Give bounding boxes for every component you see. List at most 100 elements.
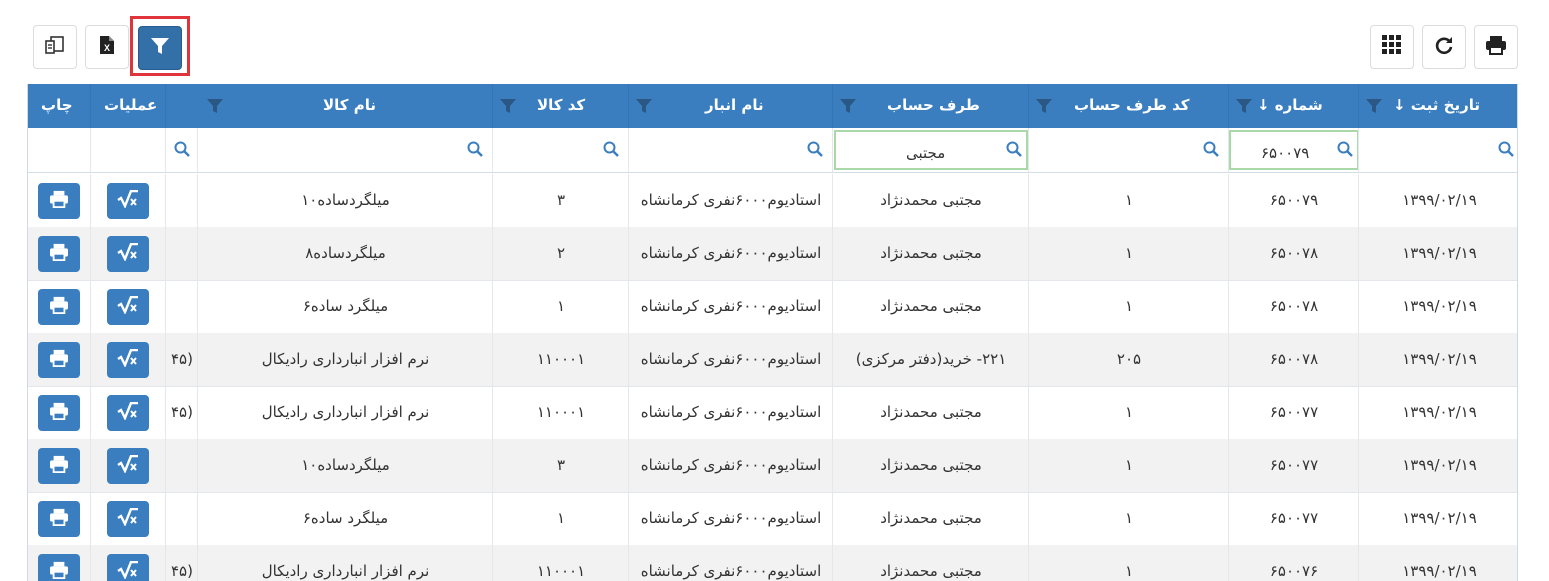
table-row[interactable]: (۴۵ نرم افزار انبارداری رادیکال ۱۱۰۰۰۱ ا… bbox=[28, 386, 1517, 440]
item-code-cell: ۱۱۰۰۰۱ bbox=[492, 386, 628, 439]
table-row[interactable]: میلگردساده۱۰ ۳ استادیوم۶۰۰۰نفری کرمانشاه… bbox=[28, 174, 1517, 228]
column-header-warehouse[interactable]: نام انبار bbox=[628, 84, 832, 128]
operations-cell bbox=[90, 492, 165, 545]
filter-input-number[interactable]: ۶۵۰۰۷۹ bbox=[1229, 130, 1359, 170]
item-code-cell: ۲ bbox=[492, 227, 628, 280]
search-icon bbox=[1006, 141, 1022, 161]
item-code-cell: ۳ bbox=[492, 174, 628, 227]
grid-layout-button[interactable] bbox=[1370, 25, 1414, 69]
operations-cell bbox=[90, 174, 165, 227]
column-filter-icon[interactable] bbox=[1365, 97, 1383, 119]
row-print-button[interactable] bbox=[38, 342, 80, 378]
item-name-cell: میلگردساده۱۰ bbox=[197, 439, 492, 492]
row-operations-button[interactable] bbox=[107, 236, 149, 272]
column-filter-icon[interactable] bbox=[1035, 97, 1053, 119]
row-operations-button[interactable] bbox=[107, 183, 149, 219]
column-title-account: طرف حساب bbox=[887, 96, 980, 114]
printer-icon bbox=[49, 296, 69, 318]
filter-input-warehouse[interactable] bbox=[628, 128, 832, 172]
column-header-item-code[interactable]: کد کالا bbox=[492, 84, 628, 128]
account-cell: مجتبی محمدنژاد bbox=[832, 227, 1028, 280]
account-cell: مجتبی محمدنژاد bbox=[832, 280, 1028, 333]
row-print-button[interactable] bbox=[38, 183, 80, 219]
row-print-button[interactable] bbox=[38, 236, 80, 272]
operations-cell bbox=[90, 227, 165, 280]
extra-cell bbox=[165, 492, 197, 545]
grid-header: چاپ عملیات نام کالا کد کالا نام انبار طر… bbox=[28, 84, 1517, 128]
columns-toggle-button[interactable] bbox=[33, 25, 77, 69]
warehouse-cell: استادیوم۶۰۰۰نفری کرمانشاه bbox=[628, 492, 832, 545]
filter-input-item-name[interactable] bbox=[197, 128, 492, 172]
refresh-button[interactable] bbox=[1422, 25, 1466, 69]
grid-icon bbox=[1381, 34, 1403, 60]
row-operations-button[interactable] bbox=[107, 342, 149, 378]
date-cell: ۱۳۹۹/۰۲/۱۹ bbox=[1358, 545, 1517, 581]
filter-input-date[interactable] bbox=[1358, 128, 1517, 172]
grid-body: میلگردساده۱۰ ۳ استادیوم۶۰۰۰نفری کرمانشاه… bbox=[28, 174, 1517, 581]
column-header-print[interactable]: چاپ bbox=[28, 84, 90, 128]
row-print-button[interactable] bbox=[38, 554, 80, 581]
column-header-date[interactable]: تاریخ ثبت ↓ bbox=[1358, 84, 1517, 128]
item-code-cell: ۳ bbox=[492, 439, 628, 492]
warehouse-cell: استادیوم۶۰۰۰نفری کرمانشاه bbox=[628, 545, 832, 581]
table-row[interactable]: میلگردساده۸ ۲ استادیوم۶۰۰۰نفری کرمانشاه … bbox=[28, 227, 1517, 281]
item-name-cell: میلگردساده۱۰ bbox=[197, 174, 492, 227]
column-header-account-code[interactable]: کد طرف حساب bbox=[1028, 84, 1228, 128]
row-operations-button[interactable] bbox=[107, 448, 149, 484]
number-cell: ۶۵۰۰۷۹ bbox=[1228, 174, 1358, 227]
square-root-icon bbox=[117, 507, 139, 530]
row-print-button[interactable] bbox=[38, 448, 80, 484]
row-operations-button[interactable] bbox=[107, 501, 149, 537]
column-filter-icon[interactable] bbox=[635, 97, 653, 119]
column-filter-icon[interactable] bbox=[1235, 97, 1253, 119]
extra-cell: (۴۵ bbox=[165, 545, 197, 581]
row-operations-button[interactable] bbox=[107, 395, 149, 431]
column-header-account[interactable]: طرف حساب bbox=[832, 84, 1028, 128]
column-header-number[interactable]: شماره ↓ bbox=[1228, 84, 1358, 128]
table-row[interactable]: میلگرد ساده۶ ۱ استادیوم۶۰۰۰نفری کرمانشاه… bbox=[28, 492, 1517, 546]
printer-icon bbox=[49, 402, 69, 424]
column-header-operations[interactable]: عملیات bbox=[90, 84, 165, 128]
table-row[interactable]: (۴۵ نرم افزار انبارداری رادیکال ۱۱۰۰۰۱ ا… bbox=[28, 545, 1517, 581]
row-operations-button[interactable] bbox=[107, 554, 149, 581]
table-row[interactable]: میلگرد ساده۶ ۱ استادیوم۶۰۰۰نفری کرمانشاه… bbox=[28, 280, 1517, 334]
data-grid: چاپ عملیات نام کالا کد کالا نام انبار طر… bbox=[27, 84, 1518, 581]
search-icon bbox=[1498, 141, 1514, 161]
excel-export-button[interactable]: X bbox=[85, 25, 129, 69]
table-row[interactable]: میلگردساده۱۰ ۳ استادیوم۶۰۰۰نفری کرمانشاه… bbox=[28, 439, 1517, 493]
search-icon bbox=[807, 141, 823, 161]
square-root-icon bbox=[117, 348, 139, 371]
item-name-cell: نرم افزار انبارداری رادیکال bbox=[197, 386, 492, 439]
square-root-icon bbox=[117, 189, 139, 212]
table-row[interactable]: (۴۵ نرم افزار انبارداری رادیکال ۱۱۰۰۰۱ ا… bbox=[28, 333, 1517, 387]
filter-input-account[interactable]: مجتبی bbox=[834, 130, 1028, 170]
item-name-cell: نرم افزار انبارداری رادیکال bbox=[197, 333, 492, 386]
column-filter-icon[interactable] bbox=[839, 97, 857, 119]
print-cell bbox=[28, 333, 90, 386]
square-root-icon bbox=[117, 454, 139, 477]
column-filter-icon[interactable] bbox=[206, 97, 224, 119]
filter-input-item-code[interactable] bbox=[492, 128, 628, 172]
column-title-number: شماره ↓ bbox=[1257, 96, 1323, 114]
account-code-cell: ۱ bbox=[1028, 386, 1228, 439]
row-print-button[interactable] bbox=[38, 289, 80, 325]
warehouse-cell: استادیوم۶۰۰۰نفری کرمانشاه bbox=[628, 280, 832, 333]
column-filter-icon[interactable] bbox=[499, 97, 517, 119]
row-operations-button[interactable] bbox=[107, 289, 149, 325]
square-root-icon bbox=[117, 242, 139, 265]
column-header-item-name[interactable]: نام کالا bbox=[165, 84, 492, 128]
filter-cell-print bbox=[28, 128, 90, 172]
print-button[interactable] bbox=[1474, 25, 1518, 69]
printer-icon bbox=[1485, 35, 1507, 59]
filter-input-account-code[interactable] bbox=[1028, 128, 1228, 172]
operations-cell bbox=[90, 386, 165, 439]
column-title-warehouse: نام انبار bbox=[705, 96, 764, 114]
row-print-button[interactable] bbox=[38, 395, 80, 431]
account-cell: مجتبی محمدنژاد bbox=[832, 386, 1028, 439]
account-code-cell: ۱ bbox=[1028, 439, 1228, 492]
row-print-button[interactable] bbox=[38, 501, 80, 537]
search-icon bbox=[1337, 141, 1353, 161]
filter-cell-extra[interactable] bbox=[165, 128, 197, 172]
filter-cell-account: مجتبی bbox=[832, 128, 1028, 172]
warehouse-cell: استادیوم۶۰۰۰نفری کرمانشاه bbox=[628, 333, 832, 386]
